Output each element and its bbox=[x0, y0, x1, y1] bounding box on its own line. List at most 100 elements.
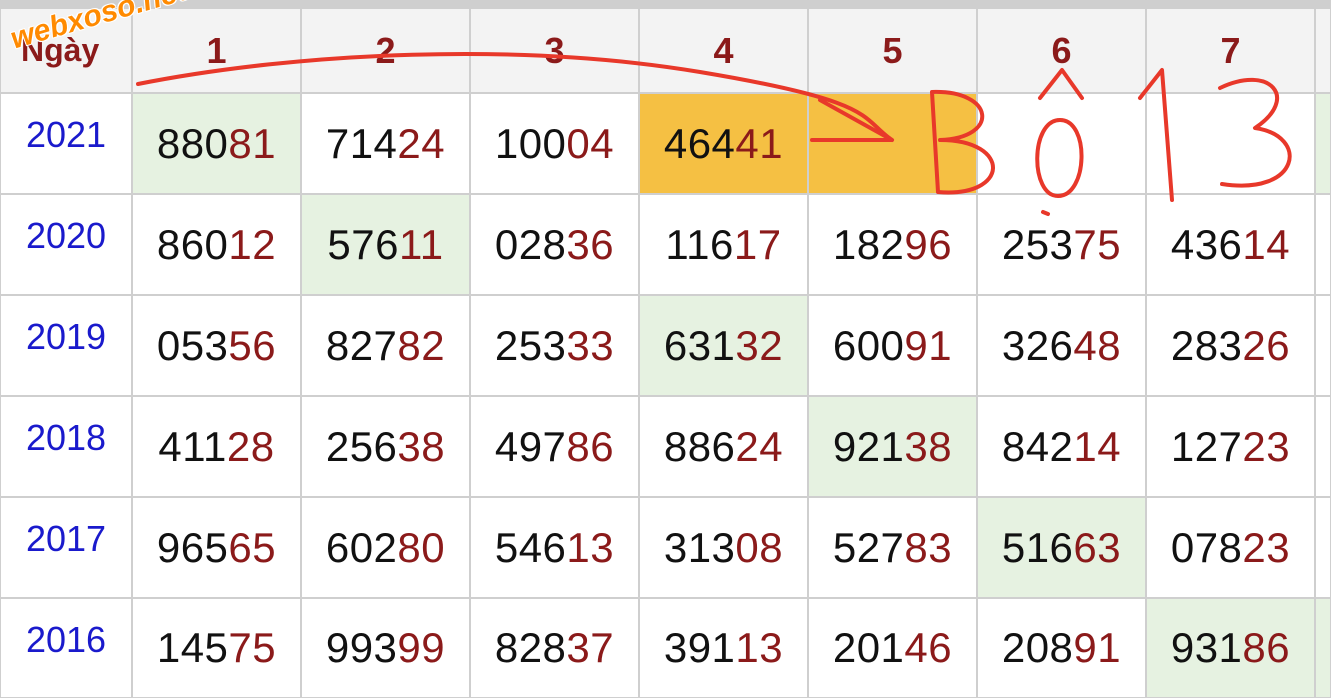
number-tail: 83 bbox=[904, 523, 953, 571]
number-tail: 23 bbox=[1242, 422, 1291, 470]
result-cell: 600 91 bbox=[809, 296, 976, 395]
number-tail: 38 bbox=[397, 422, 446, 470]
result-cell: 182 96 bbox=[809, 195, 976, 294]
number-tail: 23 bbox=[1242, 523, 1291, 571]
number-prefix: 931 bbox=[1170, 624, 1243, 671]
number-tail: 13 bbox=[566, 523, 615, 571]
result-cell: 993 99 bbox=[302, 599, 469, 697]
number-tail: 63 bbox=[1073, 523, 1122, 571]
number-prefix: 828 bbox=[494, 624, 567, 671]
number-prefix: 600 bbox=[832, 321, 905, 369]
number-prefix: 827 bbox=[325, 321, 398, 369]
number-tail: 65 bbox=[228, 523, 277, 571]
number-tail: 75 bbox=[1073, 220, 1122, 268]
edge-cell bbox=[1316, 296, 1330, 395]
result-cell: 028 36 bbox=[471, 195, 638, 294]
edge-cell bbox=[1316, 397, 1330, 496]
result-cell: 116 17 bbox=[640, 195, 807, 294]
number-tail: 24 bbox=[735, 422, 784, 470]
column-header: 7 bbox=[1147, 9, 1314, 92]
result-cell: 828 37 bbox=[471, 599, 638, 697]
number-prefix: 602 bbox=[325, 523, 398, 571]
number-prefix: 546 bbox=[494, 523, 567, 571]
number-prefix: 714 bbox=[325, 119, 398, 167]
column-header: 1 bbox=[133, 9, 300, 92]
number-tail: 14 bbox=[1073, 422, 1122, 470]
result-cell: 631 32 bbox=[640, 296, 807, 395]
result-cell: 253 33 bbox=[471, 296, 638, 395]
number-tail: 46 bbox=[904, 624, 953, 671]
result-cell: 313 08 bbox=[640, 498, 807, 597]
result-cell: 208 91 bbox=[978, 599, 1145, 697]
number-tail: 91 bbox=[1073, 624, 1122, 671]
number-tail: 81 bbox=[228, 119, 277, 167]
number-tail: 56 bbox=[228, 321, 277, 369]
number-tail: 08 bbox=[735, 523, 784, 571]
edge-cell bbox=[1316, 599, 1330, 697]
number-prefix: 842 bbox=[1001, 422, 1074, 470]
edge-cell bbox=[1316, 195, 1330, 294]
number-prefix: 880 bbox=[156, 119, 229, 167]
number-prefix: 116 bbox=[665, 220, 734, 268]
result-cell: 827 82 bbox=[302, 296, 469, 395]
number-tail: 38 bbox=[904, 422, 953, 470]
number-prefix: 576 bbox=[327, 220, 399, 268]
number-prefix: 253 bbox=[1001, 220, 1074, 268]
number-prefix: 078 bbox=[1170, 523, 1243, 571]
result-cell: 965 65 bbox=[133, 498, 300, 597]
result-cell: 283 26 bbox=[1147, 296, 1314, 395]
result-cell: 436 14 bbox=[1147, 195, 1314, 294]
number-tail: 99 bbox=[397, 624, 446, 671]
year-label: 2016 bbox=[1, 599, 131, 697]
number-tail: 86 bbox=[566, 422, 615, 470]
result-cell bbox=[1147, 94, 1314, 193]
number-prefix: 182 bbox=[832, 220, 905, 268]
number-prefix: 436 bbox=[1170, 220, 1243, 268]
header-filler bbox=[1316, 9, 1330, 92]
result-cell: 931 86 bbox=[1147, 599, 1314, 697]
result-cell: 411 28 bbox=[133, 397, 300, 496]
number-tail: 86 bbox=[1242, 624, 1291, 671]
number-prefix: 631 bbox=[663, 321, 736, 369]
number-tail: 91 bbox=[904, 321, 953, 369]
result-cell: 842 14 bbox=[978, 397, 1145, 496]
number-prefix: 201 bbox=[832, 624, 905, 671]
number-tail: 32 bbox=[735, 321, 784, 369]
column-header: 5 bbox=[809, 9, 976, 92]
number-tail: 24 bbox=[397, 119, 446, 167]
result-cell: 527 83 bbox=[809, 498, 976, 597]
year-label: 2020 bbox=[1, 195, 131, 294]
result-cell bbox=[809, 94, 976, 193]
result-cell: 391 13 bbox=[640, 599, 807, 697]
number-tail: 37 bbox=[566, 624, 615, 671]
result-cell: 860 12 bbox=[133, 195, 300, 294]
number-tail: 75 bbox=[228, 624, 277, 671]
year-label: 2017 bbox=[1, 498, 131, 597]
year-label: 2019 bbox=[1, 296, 131, 395]
number-tail: 11 bbox=[398, 220, 444, 268]
number-prefix: 391 bbox=[663, 624, 736, 671]
year-label: 2018 bbox=[1, 397, 131, 496]
number-prefix: 053 bbox=[156, 321, 229, 369]
result-cell: 921 38 bbox=[809, 397, 976, 496]
number-tail: 41 bbox=[735, 119, 784, 167]
number-tail: 26 bbox=[1242, 321, 1291, 369]
edge-cell bbox=[1316, 498, 1330, 597]
number-prefix: 464 bbox=[663, 119, 736, 167]
result-cell: 201 46 bbox=[809, 599, 976, 697]
number-prefix: 100 bbox=[494, 119, 567, 167]
column-header: 2 bbox=[302, 9, 469, 92]
edge-cell bbox=[1316, 94, 1330, 193]
result-cell: 886 24 bbox=[640, 397, 807, 496]
number-prefix: 965 bbox=[156, 523, 229, 571]
number-prefix: 497 bbox=[494, 422, 567, 470]
result-cell: 053 56 bbox=[133, 296, 300, 395]
result-cell bbox=[978, 94, 1145, 193]
number-prefix: 256 bbox=[325, 422, 398, 470]
number-prefix: 411 bbox=[158, 422, 227, 470]
number-prefix: 886 bbox=[663, 422, 736, 470]
number-prefix: 145 bbox=[156, 624, 229, 671]
number-tail: 13 bbox=[735, 624, 784, 671]
number-prefix: 208 bbox=[1001, 624, 1074, 671]
number-prefix: 028 bbox=[494, 220, 567, 268]
